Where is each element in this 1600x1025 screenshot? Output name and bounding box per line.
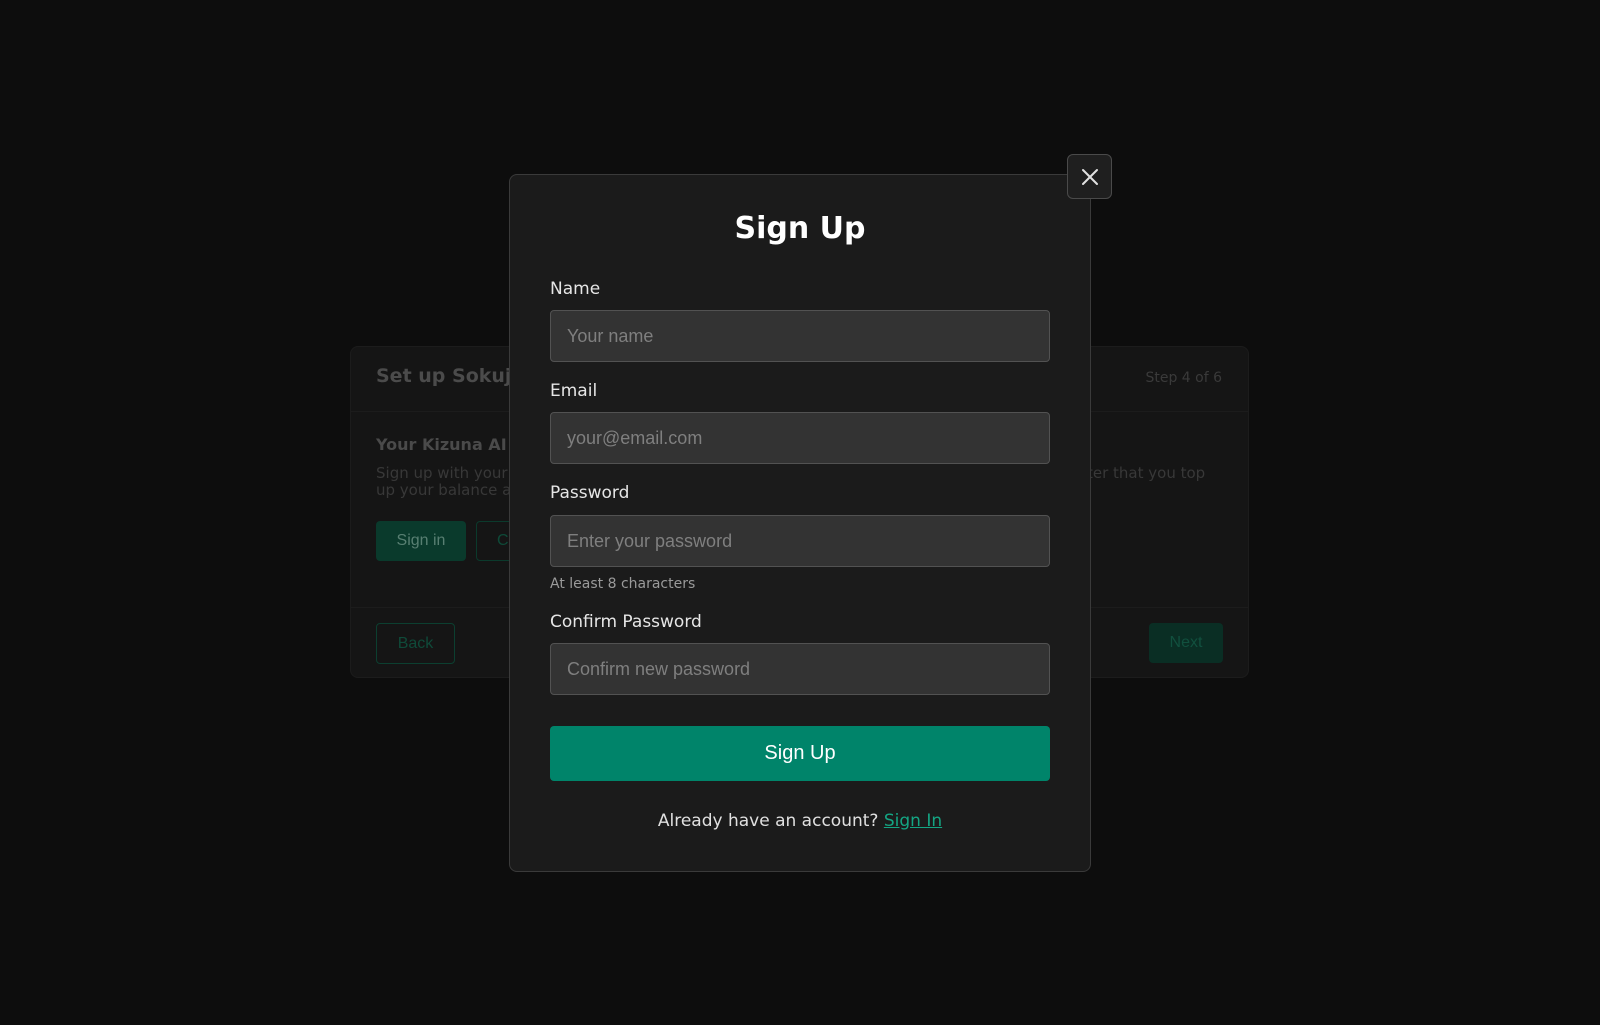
close-icon — [1081, 168, 1098, 185]
password-input[interactable] — [550, 515, 1050, 567]
wizard-title: Set up Sokuji — [376, 365, 518, 387]
password-label: Password — [550, 483, 630, 503]
wizard-next-button: Next — [1149, 623, 1223, 663]
sign-up-button[interactable]: Sign Up — [550, 726, 1050, 781]
sign-in-prompt: Already have an account? Sign In — [510, 811, 1090, 831]
wizard-description-tail: ter that you top — [1087, 464, 1206, 482]
close-modal-button[interactable] — [1067, 154, 1112, 199]
password-hint: At least 8 characters — [550, 576, 696, 592]
sign-in-prompt-text: Already have an account? — [657, 811, 879, 831]
name-input[interactable] — [550, 310, 1050, 362]
email-label: Email — [550, 381, 598, 401]
wizard-sign-in-button: Sign in — [376, 521, 466, 561]
wizard-subtitle: Your Kizuna AI a — [376, 435, 524, 454]
sign-in-link[interactable]: Sign In — [884, 811, 942, 831]
wizard-back-button: Back — [376, 623, 455, 664]
page: Set up Sokuji Step 4 of 6 Your Kizuna AI… — [0, 0, 1600, 1025]
wizard-step-indicator: Step 4 of 6 — [1145, 370, 1222, 386]
confirm-password-label: Confirm Password — [550, 612, 702, 632]
wizard-description: Sign up with your c up your balance an — [376, 464, 521, 499]
email-input[interactable] — [550, 412, 1050, 464]
sign-up-modal: Sign Up Name Email Password At least 8 c… — [509, 174, 1091, 872]
modal-title: Sign Up — [734, 211, 866, 246]
confirm-password-input[interactable] — [550, 643, 1050, 695]
name-label: Name — [550, 279, 601, 299]
